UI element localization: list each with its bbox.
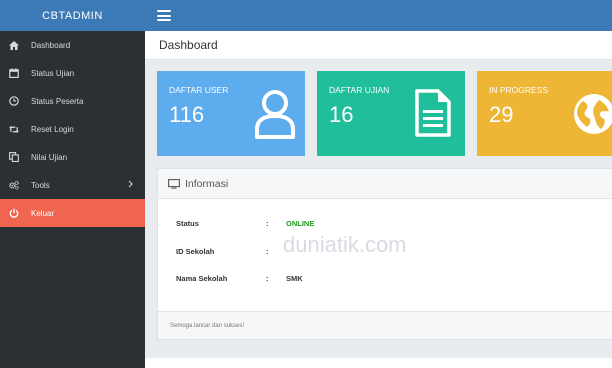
sidebar-item-tools[interactable]: Tools	[0, 171, 145, 199]
sidebar-item-status-ujian[interactable]: Status Ujian	[0, 59, 145, 87]
stat-label: DAFTAR UJIAN	[329, 85, 390, 95]
globe-icon	[573, 93, 612, 140]
stat-value: 16	[329, 102, 354, 127]
top-navbar	[145, 0, 612, 31]
stat-label: DAFTAR USER	[169, 85, 229, 95]
menu-toggle-icon[interactable]	[157, 10, 171, 21]
home-icon	[9, 40, 19, 50]
gears-icon	[9, 180, 19, 190]
stat-card-in-progress[interactable]: IN PROGRESS 29	[477, 71, 612, 156]
info-panel-title: Informasi	[185, 177, 229, 190]
sidebar-item-dashboard[interactable]: Dashboard	[0, 31, 145, 59]
info-key: Status	[176, 219, 199, 228]
stat-value: 116	[169, 102, 205, 127]
info-value-status: ONLINE	[286, 219, 315, 228]
copy-icon	[9, 152, 19, 162]
info-separator: :	[266, 247, 269, 256]
info-panel-footer: Semoga lancar dan sukses!	[158, 311, 612, 339]
info-separator: :	[266, 219, 269, 228]
sidebar-item-label: Status Peserta	[31, 96, 84, 106]
sidebar-item-status-peserta[interactable]: Status Peserta	[0, 87, 145, 115]
stat-card-daftar-user[interactable]: DAFTAR USER 116	[157, 71, 305, 156]
sidebar-item-label: Reset Login	[31, 124, 74, 134]
document-icon	[415, 89, 451, 142]
brand-logo[interactable]: CBTADMIN	[0, 0, 145, 31]
sidebar: CBTADMIN Dashboard Status Ujian Status P…	[0, 0, 145, 368]
sidebar-item-nilai-ujian[interactable]: Nilai Ujian	[0, 143, 145, 171]
sidebar-item-label: Nilai Ujian	[31, 152, 68, 162]
user-icon	[253, 89, 297, 144]
stat-value: 29	[489, 102, 514, 127]
info-key: Nama Sekolah	[176, 274, 228, 283]
info-key: ID Sekolah	[176, 247, 215, 256]
sidebar-item-label: Keluar	[31, 208, 55, 218]
sidebar-item-label: Dashboard	[31, 40, 71, 50]
info-separator: :	[266, 274, 269, 283]
info-value-nama-sekolah: SMK	[286, 274, 303, 283]
stat-card-daftar-ujian[interactable]: DAFTAR UJIAN 16	[317, 71, 465, 156]
watermark-text: duniatik.com	[283, 232, 407, 257]
sidebar-item-keluar[interactable]: Keluar	[0, 199, 145, 227]
main-content: Dashboard DAFTAR USER 116 DAFTAR UJIAN 1…	[145, 31, 612, 368]
power-icon	[9, 208, 19, 218]
stat-label: IN PROGRESS	[489, 85, 549, 95]
footer-strip	[145, 358, 612, 368]
retweet-icon	[9, 124, 19, 134]
monitor-icon	[168, 178, 180, 189]
sidebar-item-label: Status Ujian	[31, 68, 75, 78]
page-title: Dashboard	[145, 31, 612, 60]
clock-icon	[9, 96, 19, 106]
info-panel-heading: Informasi	[158, 169, 612, 199]
sidebar-menu: Dashboard Status Ujian Status Peserta Re…	[0, 31, 145, 227]
sidebar-item-label: Tools	[31, 180, 50, 190]
calendar-icon	[9, 68, 19, 78]
chevron-right-icon	[128, 180, 133, 190]
sidebar-item-reset-login[interactable]: Reset Login	[0, 115, 145, 143]
